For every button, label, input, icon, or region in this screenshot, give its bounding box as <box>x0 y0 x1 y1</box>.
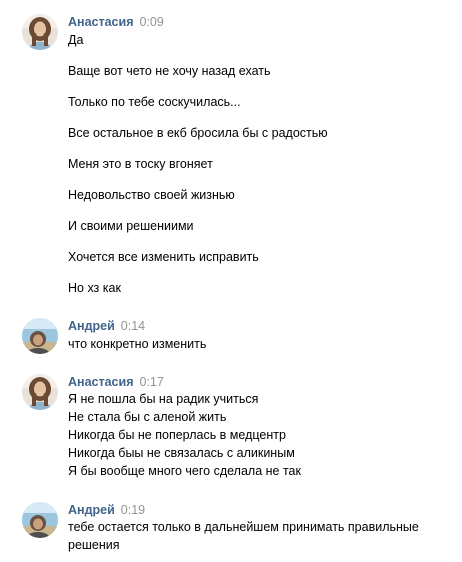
beach-photo-icon <box>22 502 58 538</box>
message-time[interactable]: 0:14 <box>121 319 145 333</box>
girl-photo-icon <box>22 14 58 50</box>
author-name[interactable]: Андрей <box>68 319 115 333</box>
message-text: тебе остается только в дальнейшем приним… <box>68 520 419 534</box>
message-text: Недовольство своей жизнью <box>68 188 235 202</box>
message-text: Да <box>68 33 84 47</box>
sender-avatar[interactable] <box>22 374 58 410</box>
message-text: решения <box>68 538 120 552</box>
message-text: Все остальное в екб бросила бы с радость… <box>68 126 328 140</box>
message-header: Андрей 0:19 <box>68 502 145 518</box>
author-name[interactable]: Анастасия <box>68 375 134 389</box>
message-text: Не стала бы с аленой жить <box>68 410 227 424</box>
sender-avatar[interactable] <box>22 318 58 354</box>
message-text: Но хз как <box>68 281 121 295</box>
sender-avatar[interactable] <box>22 502 58 538</box>
message-text: Ваще вот чето не хочу назад ехать <box>68 64 271 78</box>
message-text: что конкретно изменить <box>68 337 207 351</box>
message-time[interactable]: 0:17 <box>140 375 164 389</box>
beach-photo-icon <box>22 318 58 354</box>
message-header: Анастасия 0:09 <box>68 14 164 30</box>
message-text: И своими решениими <box>68 219 194 233</box>
author-name[interactable]: Анастасия <box>68 15 134 29</box>
author-name[interactable]: Андрей <box>68 503 115 517</box>
message-text: Я не пошла бы на радик учиться <box>68 392 259 406</box>
message-text: Я бы вообще много чего сделала не так <box>68 464 301 478</box>
message-text: Никогда быы не связалась с аликиным <box>68 446 295 460</box>
message-time[interactable]: 0:09 <box>140 15 164 29</box>
message-text: Меня это в тоску вгоняет <box>68 157 213 171</box>
message-time[interactable]: 0:19 <box>121 503 145 517</box>
girl-photo-icon <box>22 374 58 410</box>
message-text: Хочется все изменить исправить <box>68 250 259 264</box>
message-text: Только по тебе соскучилась... <box>68 95 241 109</box>
message-text: Никогда бы не поперлась в медцентр <box>68 428 286 442</box>
message-header: Анастасия 0:17 <box>68 374 164 390</box>
sender-avatar[interactable] <box>22 14 58 50</box>
message-header: Андрей 0:14 <box>68 318 145 334</box>
